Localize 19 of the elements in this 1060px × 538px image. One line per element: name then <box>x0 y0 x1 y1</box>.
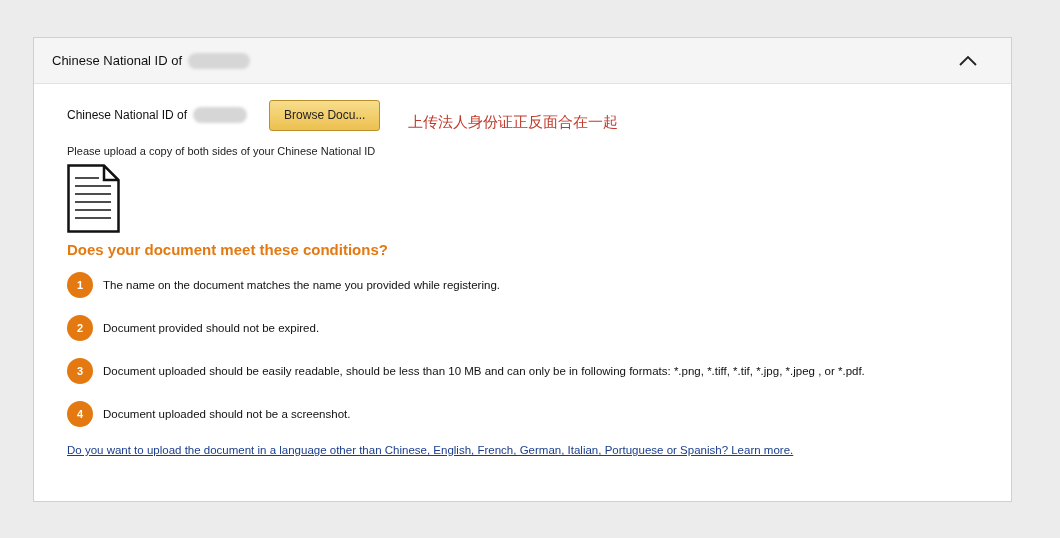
redaction-mark <box>193 107 248 123</box>
panel-title: Chinese National ID of <box>52 53 183 68</box>
collapse-button[interactable] <box>957 53 979 68</box>
annotation-text: 上传法人身份证正反面合在一起 <box>408 112 619 132</box>
browse-button[interactable]: Browse Docu... <box>269 99 381 131</box>
condition-text: Document provided should not be expired. <box>103 322 320 334</box>
redaction-mark <box>188 52 251 69</box>
condition-text: The name on the document matches the name you provided while registering. <box>103 279 500 291</box>
upload-label: Chinese National ID of <box>67 108 188 122</box>
step-number: 4 <box>67 401 93 427</box>
conditions-heading: Does your document meet these conditions? <box>67 241 389 258</box>
condition-text: Document uploaded should be easily readable, should be less than 10 MB and can only be in following formats: *.png, *.tiff, *.tif, *.jpg, *.jpeg , or *.pdf. <box>103 365 865 377</box>
learn-more-link[interactable]: Do you want to upload the document in a language other than Chinese, English, French, German, Italian, Portuguese or Spanish? Learn more. <box>67 444 978 456</box>
instruction-text: Please upload a copy of both sides of your Chinese National ID <box>67 145 377 157</box>
step-number: 3 <box>67 358 93 384</box>
condition-text: Document uploaded should not be a screenshot. <box>103 408 351 420</box>
step-number: 2 <box>67 315 93 341</box>
document-icon <box>67 164 120 233</box>
step-number: 1 <box>67 272 93 298</box>
